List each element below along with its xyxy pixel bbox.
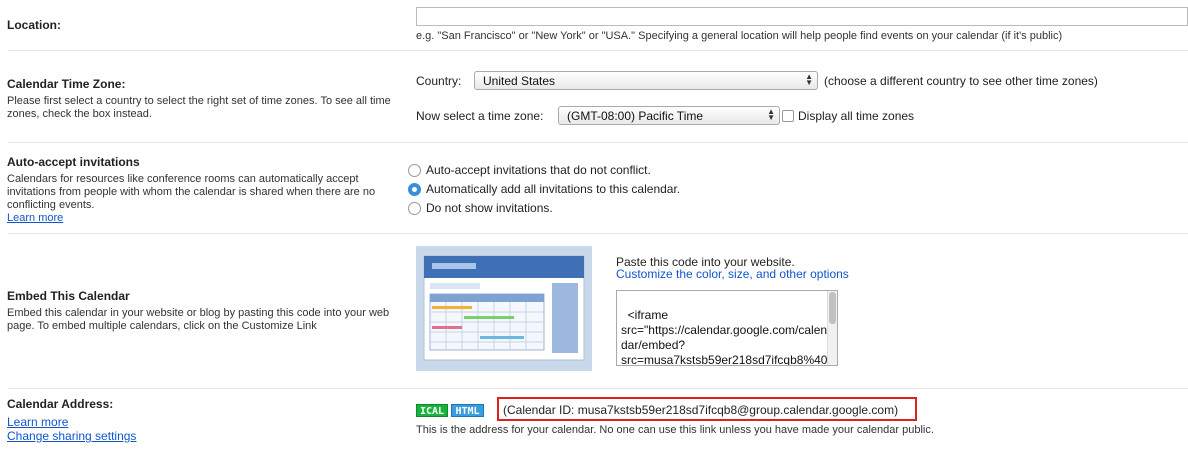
calendar-id-text: (Calendar ID: musa7kstsb59er218sd7ifcqb8…	[503, 403, 899, 417]
embed-code-scrollbar[interactable]	[827, 291, 837, 365]
embed-title: Embed This Calendar	[7, 289, 130, 303]
address-title: Calendar Address:	[7, 397, 114, 411]
timezone-select-value: (GMT-08:00) Pacific Time	[567, 109, 704, 123]
location-title: Location:	[7, 18, 61, 32]
location-label: Location:	[7, 18, 399, 32]
autoaccept-label-block: Auto-accept invitations Calendars for re…	[7, 155, 399, 224]
timezone-title: Calendar Time Zone:	[7, 77, 126, 91]
country-label: Country:	[416, 74, 462, 88]
autoaccept-option-2[interactable]: Automatically add all invitations to thi…	[408, 182, 680, 196]
display-all-checkbox[interactable]	[782, 110, 794, 122]
radio-button[interactable]	[408, 201, 421, 215]
address-badges: ICAL HTML	[416, 403, 484, 417]
location-hint: e.g. "San Francisco" or "New York" or "U…	[416, 30, 1063, 42]
radio-button-checked[interactable]	[408, 182, 421, 196]
embed-code-textarea[interactable]: <iframe src="https://calendar.google.com…	[616, 290, 838, 366]
timezone-desc: Please first select a country to select …	[7, 95, 391, 120]
timezone-label-block: Calendar Time Zone: Please first select …	[7, 77, 399, 121]
country-select[interactable]: United States ▲ ▼	[474, 71, 818, 90]
autoaccept-learn-more-link[interactable]: Learn more	[7, 212, 399, 224]
autoaccept-desc: Calendars for resources like conference …	[7, 173, 376, 211]
html-badge-button[interactable]: HTML	[451, 404, 484, 417]
autoaccept-option-3[interactable]: Do not show invitations.	[408, 201, 553, 215]
display-all-label: Display all time zones	[798, 109, 915, 123]
ical-badge-button[interactable]: ICAL	[416, 404, 449, 417]
location-input[interactable]	[416, 7, 1188, 26]
address-learn-more-link[interactable]: Learn more	[7, 415, 399, 429]
country-hint: (choose a different country to see other…	[824, 74, 1098, 88]
timezone-select[interactable]: (GMT-08:00) Pacific Time ▲ ▼	[558, 106, 780, 125]
embed-customize-link[interactable]: Customize the color, size, and other opt…	[616, 267, 849, 281]
address-label-block: Calendar Address: Learn more Change shar…	[7, 397, 399, 443]
embed-code-text: <iframe src="https://calendar.google.com…	[621, 308, 828, 366]
select-arrows-icon: ▲ ▼	[767, 107, 775, 122]
autoaccept-option-label: Automatically add all invitations to thi…	[426, 182, 681, 196]
autoaccept-option-label: Do not show invitations.	[426, 201, 553, 215]
radio-button[interactable]	[408, 163, 421, 177]
calendar-preview-icon	[416, 246, 592, 371]
autoaccept-option-label: Auto-accept invitations that do not conf…	[426, 163, 651, 177]
display-all-timezones[interactable]: Display all time zones	[782, 109, 914, 123]
timezone-select-label: Now select a time zone:	[416, 109, 544, 123]
country-select-value: United States	[483, 74, 556, 88]
address-hint: This is the address for your calendar. N…	[416, 424, 934, 436]
change-sharing-settings-link[interactable]: Change sharing settings	[7, 429, 399, 443]
autoaccept-option-1[interactable]: Auto-accept invitations that do not conf…	[408, 163, 651, 177]
select-arrows-icon: ▲ ▼	[805, 72, 813, 87]
embed-desc: Embed this calendar in your website or b…	[7, 307, 390, 332]
calendar-id-highlight: (Calendar ID: musa7kstsb59er218sd7ifcqb8…	[497, 397, 917, 421]
embed-label-block: Embed This Calendar Embed this calendar …	[7, 289, 399, 333]
autoaccept-title: Auto-accept invitations	[7, 155, 140, 169]
calendar-preview-illustration	[416, 246, 592, 371]
